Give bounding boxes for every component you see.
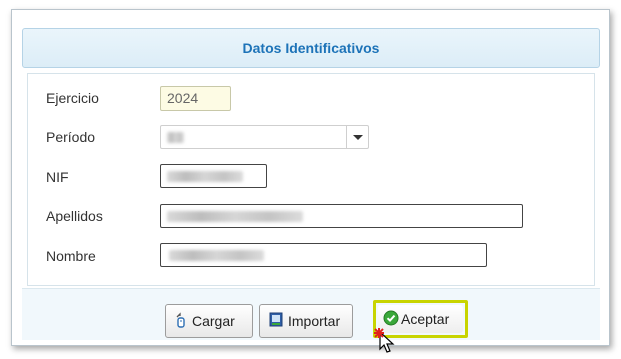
dialog-header: Datos Identificativos (22, 28, 600, 68)
aceptar-label: Aceptar (401, 311, 450, 327)
chevron-down-icon (353, 135, 363, 140)
upload-icon (175, 311, 187, 331)
import-icon (269, 312, 283, 330)
dialog-footer: Cargar Importar Aceptar (22, 288, 600, 340)
redacted-nombre (169, 250, 264, 261)
importar-label: Importar (288, 313, 341, 329)
apellidos-field[interactable] (160, 204, 523, 228)
apellidos-label: Apellidos (46, 208, 103, 224)
ejercicio-field[interactable]: 2024 (160, 86, 231, 111)
ejercicio-label: Ejercicio (46, 90, 99, 106)
datos-identificativos-dialog: Datos Identificativos Ejercicio 2024 Per… (11, 9, 610, 353)
nif-label: NIF (46, 169, 69, 185)
redacted-apellidos (167, 211, 303, 222)
nombre-label: Nombre (46, 248, 96, 264)
importar-button[interactable]: Importar (259, 304, 353, 338)
cargar-button[interactable]: Cargar (165, 304, 253, 338)
redacted-periodo (167, 132, 184, 143)
check-circle-icon (383, 310, 399, 329)
periodo-dropdown-toggle[interactable] (346, 126, 368, 148)
nif-field[interactable] (160, 164, 267, 188)
dialog-title: Datos Identificativos (242, 40, 380, 56)
form-panel: Ejercicio 2024 Período NIF Apellidos Nom… (27, 73, 595, 286)
nombre-field[interactable] (160, 243, 487, 267)
cargar-label: Cargar (192, 313, 235, 329)
redacted-nif (167, 171, 243, 182)
periodo-label: Período (46, 129, 96, 145)
periodo-select[interactable] (160, 125, 369, 149)
mouse-pointer-icon (374, 328, 396, 359)
ejercicio-value: 2024 (167, 90, 199, 106)
